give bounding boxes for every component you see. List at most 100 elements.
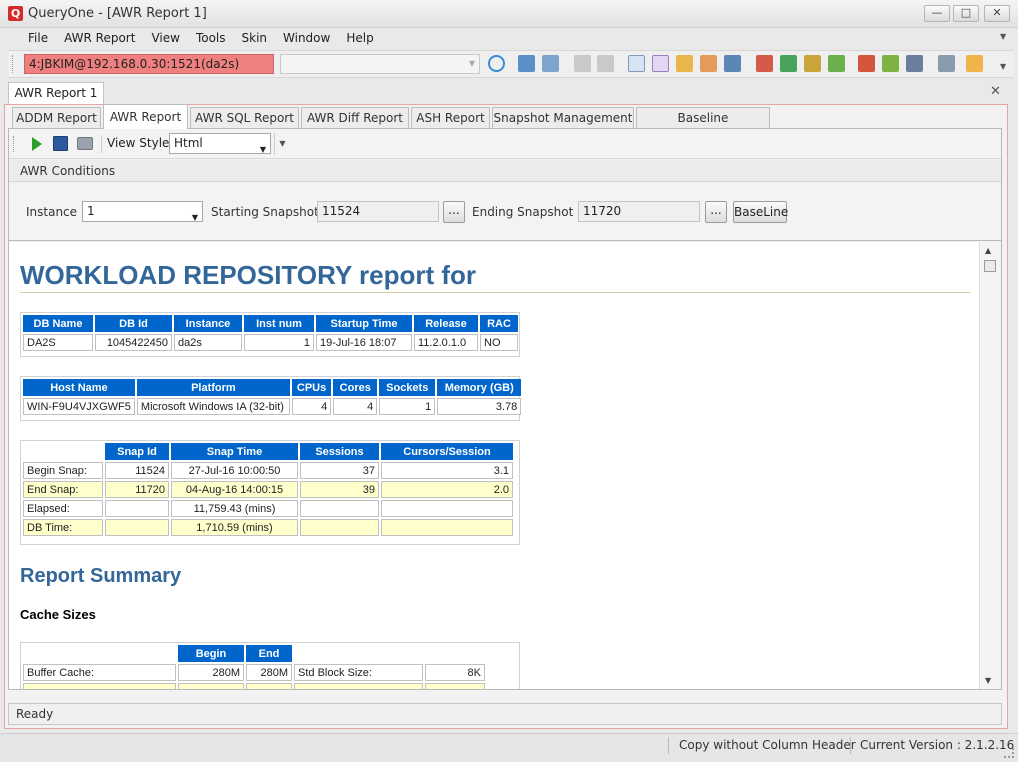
android-icon[interactable] xyxy=(882,55,899,72)
tab-snapshot-management[interactable]: Snapshot Management xyxy=(492,107,634,128)
run-icon[interactable] xyxy=(32,137,42,151)
sql-tuning-icon[interactable] xyxy=(966,55,983,72)
book-icon[interactable] xyxy=(724,55,741,72)
refresh-icon[interactable] xyxy=(488,55,505,72)
starting-snapshot-field[interactable]: 11524 xyxy=(317,201,439,222)
version-status: Current Version : 2.1.2.16 xyxy=(860,738,1015,752)
ending-snapshot-label: Ending Snapshot xyxy=(472,205,574,219)
menu-window[interactable]: Window xyxy=(275,28,338,48)
schema-browser-icon[interactable] xyxy=(676,55,693,72)
view-style-value: Html xyxy=(174,136,203,150)
restore-button[interactable]: □ xyxy=(953,5,979,22)
close-tab-icon[interactable]: ✕ xyxy=(990,84,1001,99)
disconnect-icon[interactable] xyxy=(542,55,559,72)
toolbar-overflow-icon[interactable]: ▼ xyxy=(274,133,290,155)
rollback-icon[interactable] xyxy=(597,55,614,72)
table-cell: 1,710.59 (mins) xyxy=(171,519,298,536)
search-object-icon[interactable] xyxy=(700,55,717,72)
column-header xyxy=(425,645,485,662)
menu-view[interactable]: View xyxy=(143,28,187,48)
menu-help[interactable]: Help xyxy=(338,28,381,48)
toolbar-overflow-icon[interactable]: ▼ xyxy=(1000,62,1006,71)
toolbar-grip[interactable] xyxy=(13,136,16,152)
table-cell: 37 xyxy=(300,462,379,479)
scroll-up-icon[interactable]: ▲ xyxy=(985,246,991,255)
column-header: DB Name xyxy=(23,315,93,332)
table-cell: Microsoft Windows IA (32-bit) xyxy=(136,398,290,415)
tab-awr-sql-report[interactable]: AWR SQL Report xyxy=(190,107,299,128)
schema-combo[interactable]: ▼ xyxy=(280,54,480,74)
column-header: Sockets xyxy=(379,379,436,396)
menu-file[interactable]: File xyxy=(8,28,56,48)
status-separator xyxy=(850,737,851,754)
table-cell: Buffer Cache: xyxy=(23,664,176,681)
table-cell: 4 xyxy=(291,398,332,415)
commit-icon[interactable] xyxy=(574,55,591,72)
table-cell: 1045422450 xyxy=(95,334,172,351)
minimize-button[interactable]: — xyxy=(924,5,950,22)
upload-icon[interactable] xyxy=(828,55,845,72)
view-style-select[interactable]: Html ▼ xyxy=(169,133,271,154)
compare-icon[interactable] xyxy=(804,55,821,72)
view-style-label: View Style xyxy=(107,136,170,150)
copy-mode-status[interactable]: Copy without Column Header xyxy=(679,738,856,752)
connection-selector[interactable]: 4:JBKIM@192.168.0.30:1521(da2s) xyxy=(24,54,274,74)
document-tab[interactable]: AWR Report 1 xyxy=(8,82,104,104)
column-header: End xyxy=(246,645,292,662)
report-summary-heading: Report Summary xyxy=(20,565,182,587)
report-scrollbar[interactable]: ▲ ▼ xyxy=(979,242,1000,689)
tab-ash-report[interactable]: ASH Report xyxy=(411,107,490,128)
menu-skin[interactable]: Skin xyxy=(234,28,276,48)
report-title-rule xyxy=(20,292,970,293)
menu-tools[interactable]: Tools xyxy=(188,28,234,48)
window-title: QueryOne - [AWR Report 1] xyxy=(28,6,207,21)
browse-ending-snapshot-button[interactable]: ... xyxy=(705,201,727,223)
db-info-table: DB Name DB Id Instance Inst num Startup … xyxy=(21,313,520,353)
menu-overflow-icon[interactable]: ▼ xyxy=(1000,32,1006,41)
resize-grip[interactable] xyxy=(1004,748,1014,758)
table-cell xyxy=(425,683,485,689)
connect-icon[interactable] xyxy=(518,55,535,72)
table-cell: Elapsed: xyxy=(23,500,103,517)
save-icon[interactable] xyxy=(53,136,68,151)
transfer-icon[interactable] xyxy=(858,55,875,72)
table-cell: da2s xyxy=(174,334,242,351)
merge-icon[interactable] xyxy=(906,55,923,72)
table-cell: 3.78 xyxy=(437,398,522,415)
export-icon[interactable] xyxy=(756,55,773,72)
table-cell xyxy=(300,500,379,517)
chevron-down-icon: ▼ xyxy=(191,213,198,222)
column-header: Snap Time xyxy=(171,443,298,460)
scroll-down-icon[interactable]: ▼ xyxy=(985,676,991,685)
starting-snapshot-label: Starting Snapshot xyxy=(211,205,319,219)
column-header: Instance xyxy=(174,315,242,332)
tab-awr-diff-report[interactable]: AWR Diff Report xyxy=(301,107,409,128)
baseline-button[interactable]: BaseLine xyxy=(733,201,788,223)
menu-awr-report[interactable]: AWR Report xyxy=(56,28,143,48)
tab-addm-report[interactable]: ADDM Report xyxy=(12,107,101,128)
toolbar-grip[interactable] xyxy=(12,55,15,73)
column-header: Snap Id xyxy=(105,443,169,460)
column-header: Inst num xyxy=(244,315,314,332)
column-header: Cursors/Session xyxy=(381,443,513,460)
ending-snapshot-field[interactable]: 11720 xyxy=(578,201,700,222)
report-icon[interactable] xyxy=(938,55,955,72)
column-header: RAC xyxy=(480,315,518,332)
close-button[interactable]: ✕ xyxy=(984,5,1010,22)
table-cell xyxy=(105,500,169,517)
tab-awr-report[interactable]: AWR Report xyxy=(103,104,188,129)
scroll-thumb[interactable] xyxy=(984,260,996,272)
column-header: Sessions xyxy=(300,443,379,460)
column-header xyxy=(23,645,176,662)
instance-select[interactable]: 1 ▼ xyxy=(82,201,203,222)
instance-label: Instance xyxy=(26,205,78,219)
sql-editor-icon[interactable] xyxy=(628,55,645,72)
awr-conditions-header[interactable]: AWR Conditions xyxy=(9,160,1001,182)
table-cell: 11720 xyxy=(105,481,169,498)
print-icon[interactable] xyxy=(77,137,93,150)
import-icon[interactable] xyxy=(780,55,797,72)
plsql-editor-icon[interactable] xyxy=(652,55,669,72)
tab-baseline-management[interactable]: Baseline Management xyxy=(636,107,770,145)
browse-starting-snapshot-button[interactable]: ... xyxy=(443,201,465,223)
column-header: Begin xyxy=(178,645,244,662)
